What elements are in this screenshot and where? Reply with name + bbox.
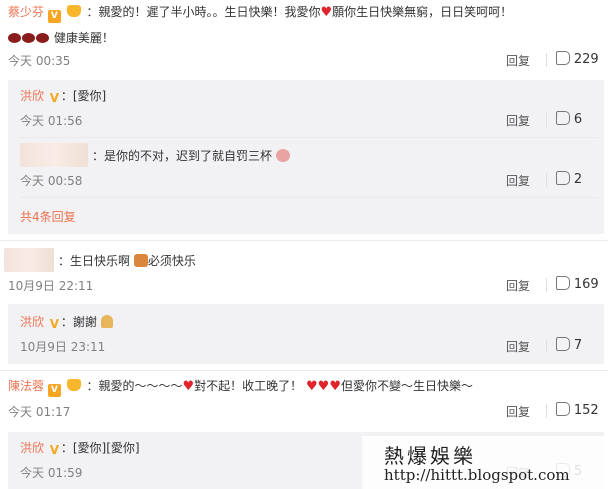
thumbs-up-icon — [556, 276, 570, 290]
comment-time: 今天 01:56 — [20, 114, 83, 128]
comment-text: ：[愛你] — [60, 89, 107, 103]
like-button[interactable]: 6 — [556, 111, 582, 127]
bean-emoji-icon — [8, 33, 21, 43]
reply-button[interactable]: 回复 — [506, 52, 530, 69]
divider — [546, 339, 547, 353]
divider — [20, 137, 598, 138]
username-link[interactable]: 陳法蓉 — [8, 379, 44, 393]
like-button[interactable]: 7 — [556, 337, 582, 353]
thumbs-up-icon — [556, 171, 570, 185]
comment-text-cont: 必须快乐 — [147, 254, 196, 268]
heart-icon: ♥♥♥ — [306, 379, 341, 394]
comment-text-cont: 願你生日快樂無窮，日日笑呵呵！ — [332, 5, 513, 19]
watermark-url: http://hittt.blogspot.com — [384, 466, 570, 484]
verified-badge-icon: V — [49, 91, 59, 105]
blurred-username[interactable] — [4, 248, 54, 272]
bean-emoji-icon — [22, 33, 35, 43]
verified-badge-icon: V — [49, 317, 59, 331]
like-count: 7 — [573, 338, 583, 353]
verified-badge-icon: V — [47, 10, 61, 23]
comment-2: ：生日快乐啊 必须快乐 — [58, 252, 196, 270]
comment-text-line2: 健康美麗！ — [53, 31, 114, 45]
comment-text: ：親愛的！遲了半小時。。生日快樂！我愛你 — [86, 5, 321, 19]
comment-time: 今天 00:58 — [20, 174, 83, 188]
username-link[interactable]: 洪欣 — [20, 89, 44, 103]
comment-text-cont: 對不起！收工晚了！ — [194, 379, 303, 393]
blurred-username[interactable] — [20, 143, 88, 167]
reply-1: 洪欣 V ：[愛你] — [20, 87, 106, 105]
pray-emoji-icon — [100, 315, 113, 328]
like-count: 152 — [573, 403, 599, 418]
comment-text: ：親愛的～～～～ — [86, 379, 183, 393]
comment-time: 今天 01:17 — [8, 405, 71, 419]
bean-emoji-icon — [36, 33, 49, 43]
cheers-emoji-icon — [275, 149, 290, 162]
reply-2: ：是你的不对，迟到了就自罚三杯 — [92, 147, 290, 165]
divider — [0, 370, 608, 371]
like-button[interactable]: 229 — [556, 51, 599, 67]
comment-3: 陳法蓉 V ：親愛的～～～～♥對不起！收工晚了！ ♥♥♥但愛你不變～生日快樂～ — [8, 376, 606, 397]
heart-icon: ♥ — [182, 379, 195, 394]
comment-text-cont2: 但愛你不變～生日快樂～ — [340, 379, 473, 393]
comment-time: 10月9日 23:11 — [20, 340, 106, 354]
like-button[interactable]: 152 — [556, 402, 599, 418]
divider — [546, 404, 547, 418]
like-button[interactable]: 2 — [556, 171, 582, 187]
reply-button[interactable]: 回复 — [506, 277, 530, 294]
divider — [20, 197, 598, 198]
thumbs-up-icon — [556, 402, 570, 416]
heart-icon: ♥ — [320, 5, 333, 20]
divider — [546, 173, 547, 187]
thumbs-up-icon — [556, 51, 570, 65]
like-count: 6 — [573, 112, 583, 127]
thumbs-up-icon — [556, 111, 570, 125]
member-crown-icon — [66, 379, 81, 391]
comment-text: ：謝謝 — [60, 315, 97, 329]
watermark-title: 熱爆娛樂 — [384, 444, 476, 468]
reply-button[interactable]: 回复 — [506, 338, 530, 355]
username-link[interactable]: 洪欣 — [20, 315, 44, 329]
username-link[interactable]: 洪欣 — [20, 441, 44, 455]
divider — [0, 240, 608, 241]
reply-button[interactable]: 回复 — [506, 112, 530, 129]
verified-badge-icon: V — [47, 384, 61, 397]
member-crown-icon — [66, 5, 81, 17]
like-count: 2 — [573, 172, 583, 187]
divider — [546, 53, 547, 67]
comment-1: 蔡少芬 V ：親愛的！遲了半小時。。生日快樂！我愛你♥願你生日快樂無窮，日日笑呵… — [8, 2, 606, 49]
username-link[interactable]: 蔡少芬 — [8, 5, 44, 19]
comment-time: 今天 01:59 — [20, 466, 83, 480]
thumbs-up-icon — [556, 337, 570, 351]
comment-time: 10月9日 22:11 — [8, 279, 94, 293]
comment-text: ：是你的不对，迟到了就自罚三杯 — [92, 149, 273, 163]
comment-text: ：[愛你][愛你] — [60, 441, 140, 455]
like-count: 229 — [573, 52, 599, 67]
like-button[interactable]: 169 — [556, 276, 599, 292]
verified-badge-icon: V — [49, 443, 59, 457]
like-count: 169 — [573, 277, 599, 292]
comment-text: ：生日快乐啊 — [58, 254, 131, 268]
divider — [546, 113, 547, 127]
reply-button[interactable]: 回复 — [506, 172, 530, 189]
divider — [546, 278, 547, 292]
cake-emoji-icon — [133, 254, 148, 267]
reply-button[interactable]: 回复 — [506, 403, 530, 420]
more-replies-link[interactable]: 共4条回复 — [20, 208, 76, 225]
reply-3: 洪欣 V ：謝謝 — [20, 313, 113, 331]
reply-4: 洪欣 V ：[愛你][愛你] — [20, 439, 140, 457]
comment-time: 今天 00:35 — [8, 54, 71, 68]
